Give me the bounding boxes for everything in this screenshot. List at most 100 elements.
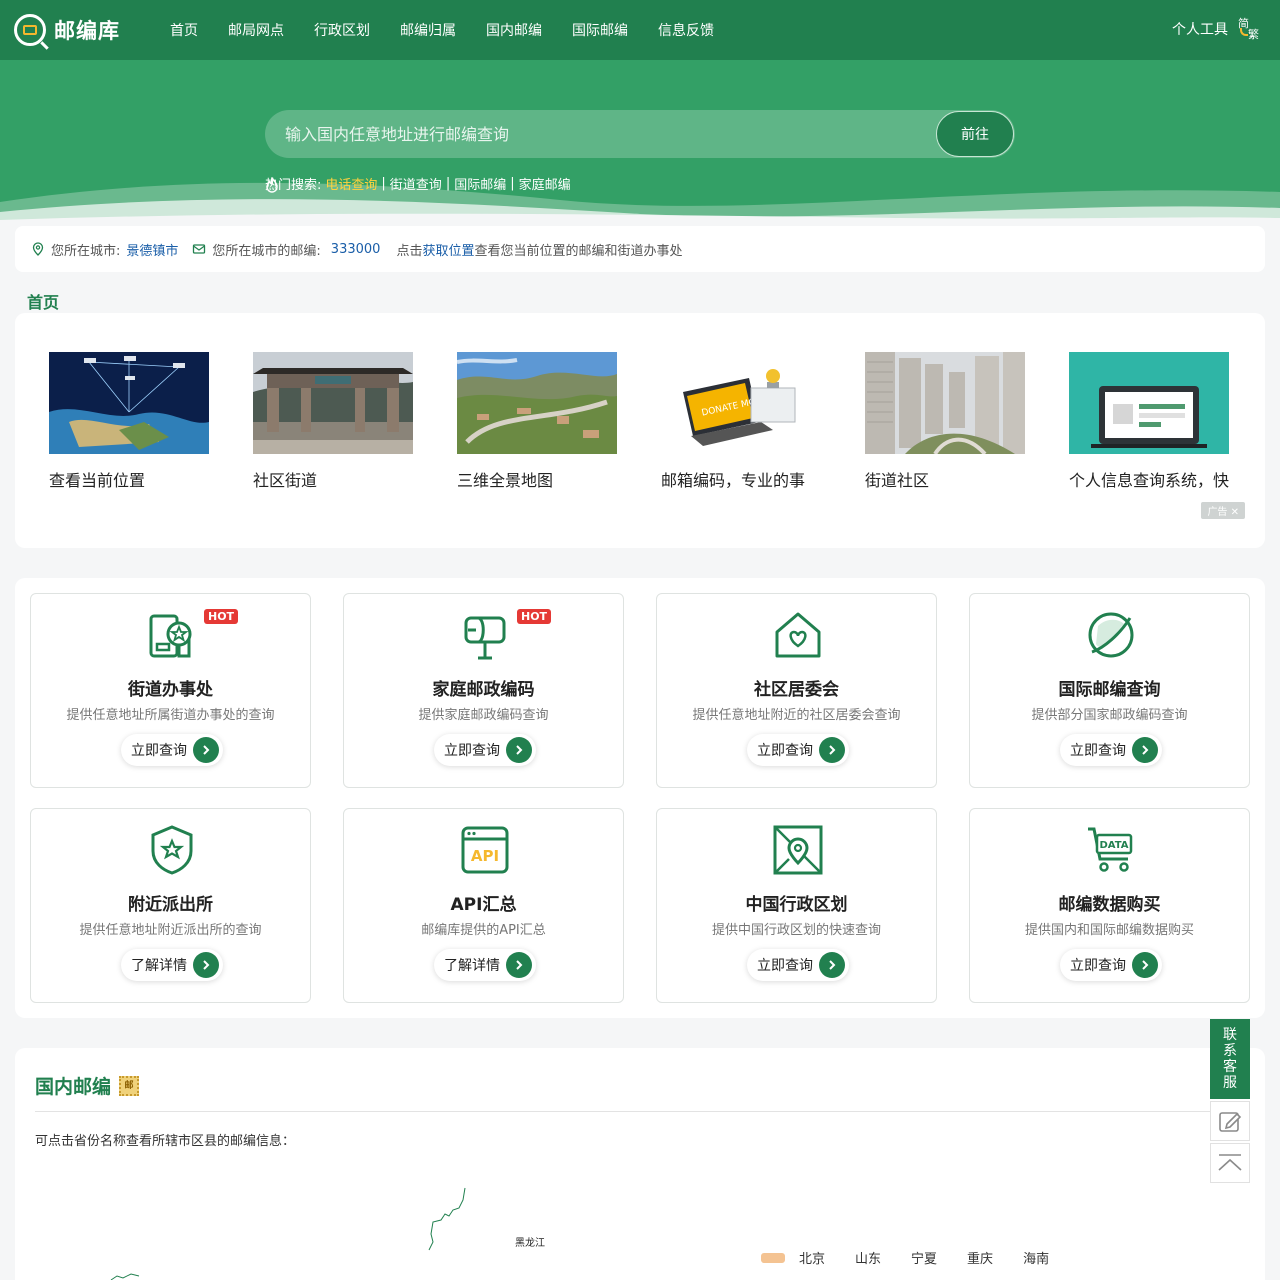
site-logo[interactable]: 邮编库 bbox=[14, 14, 120, 46]
service-card-nearby-police[interactable]: 附近派出所 提供任意地址附近派出所的查询 了解详情 bbox=[30, 808, 311, 1003]
personal-tools-link[interactable]: 个人工具 bbox=[1172, 19, 1228, 39]
fire-icon bbox=[266, 177, 278, 193]
service-title: 邮编数据购买 bbox=[1058, 895, 1161, 915]
feedback-button[interactable] bbox=[1210, 1101, 1250, 1141]
service-card-postcode-data-purchase[interactable]: DATA 邮编数据购买提供国内和国际邮编数据购买立即查询 bbox=[969, 808, 1250, 1003]
mail-icon bbox=[193, 244, 206, 254]
service-action-button[interactable]: 立即查询 bbox=[1060, 949, 1162, 981]
service-description: 提供部分国家邮政编码查询 bbox=[1031, 708, 1188, 723]
nav-item-international-postcode[interactable]: 国际邮编 bbox=[572, 20, 628, 40]
search-hero: 前往 热门搜索: 电话查询 | 街道查询 | 国际邮编 | 家庭邮编 bbox=[0, 60, 1280, 222]
svg-text:DATA: DATA bbox=[1099, 840, 1128, 851]
logo-text: 邮编库 bbox=[54, 19, 120, 43]
residential-buildings-image bbox=[865, 352, 1025, 454]
gallery-item-personal-info[interactable]: 个人信息查询系统，快 bbox=[1069, 352, 1229, 491]
service-title: 社区居委会 bbox=[754, 680, 839, 700]
arrow-right-icon bbox=[506, 952, 532, 978]
legend-item-hainan[interactable]: 海南 bbox=[1023, 1248, 1049, 1267]
service-title: 中国行政区划 bbox=[745, 895, 848, 915]
service-action-button[interactable]: 立即查询 bbox=[121, 734, 223, 766]
id-badge-icon bbox=[145, 608, 199, 662]
top-navbar: 邮编库 首页 邮局网点 行政区划 邮编归属 国内邮编 国际邮编 信息反馈 个人工… bbox=[0, 0, 1280, 60]
arrow-right-icon bbox=[506, 737, 532, 763]
nav-item-post-offices[interactable]: 邮局网点 bbox=[228, 20, 284, 40]
service-action-button[interactable]: 立即查询 bbox=[747, 949, 849, 981]
hero-wave bbox=[0, 182, 1280, 222]
nav-item-feedback[interactable]: 信息反馈 bbox=[658, 20, 714, 40]
domestic-postcode-section: 国内邮编 邮 可点击省份名称查看所辖市区县的邮编信息： 黑龙江 北京 山东 宁夏… bbox=[15, 1048, 1265, 1280]
service-description: 提供中国行政区划的快速查询 bbox=[711, 923, 881, 938]
service-action-button[interactable]: 立即查询 bbox=[747, 734, 849, 766]
service-card-street-office[interactable]: HOT 街道办事处提供任意地址所属街道办事处的查询立即查询 bbox=[30, 593, 311, 788]
contact-service-button[interactable]: 联系客服 bbox=[1210, 1019, 1250, 1099]
nav-item-domestic-postcode[interactable]: 国内邮编 bbox=[486, 20, 542, 40]
gallery-caption: 查看当前位置 bbox=[49, 471, 146, 490]
get-location-link[interactable]: 获取位置 bbox=[422, 240, 474, 259]
location-pin-icon bbox=[32, 242, 44, 256]
prompt-prefix: 点击 bbox=[396, 243, 423, 259]
map-heilongjiang-outline[interactable] bbox=[425, 1186, 485, 1256]
ad-label[interactable]: 广告 ✕ bbox=[1201, 502, 1245, 519]
service-title: 家庭邮政编码 bbox=[432, 680, 535, 700]
featured-gallery: 查看当前位置 社区街道 三维全景地图 DONATE MONEY 邮箱编码，专业的… bbox=[15, 313, 1265, 548]
main-nav: 首页 邮局网点 行政区划 邮编归属 国内邮编 国际邮编 信息反馈 bbox=[170, 0, 744, 60]
hot-link-phone[interactable]: 电话查询 bbox=[325, 174, 377, 193]
nav-item-home[interactable]: 首页 bbox=[170, 20, 198, 40]
gallery-item-community-street[interactable]: 社区街道 bbox=[253, 352, 413, 491]
service-description: 提供任意地址所属街道办事处的查询 bbox=[66, 708, 275, 723]
gallery-item-street-community[interactable]: 街道社区 bbox=[865, 352, 1025, 491]
gallery-item-3d-map[interactable]: 三维全景地图 bbox=[457, 352, 617, 491]
shield-star-icon bbox=[145, 823, 199, 877]
legend-item-ningxia[interactable]: 宁夏 bbox=[911, 1248, 937, 1267]
nav-item-divisions[interactable]: 行政区划 bbox=[314, 20, 370, 40]
service-description: 提供国内和国际邮编数据购买 bbox=[1024, 923, 1194, 938]
breadcrumb[interactable]: 首页 bbox=[27, 289, 59, 313]
service-card-community-committee[interactable]: 社区居委会提供任意地址附近的社区居委会查询立即查询 bbox=[656, 593, 937, 788]
legend-item-chongqing[interactable]: 重庆 bbox=[967, 1248, 993, 1267]
service-title: 国际邮编查询 bbox=[1058, 680, 1161, 700]
gallery-caption: 邮箱编码，专业的事 bbox=[661, 471, 806, 490]
nav-item-postcode-ownership[interactable]: 邮编归属 bbox=[400, 20, 456, 40]
login-screen-image bbox=[1069, 352, 1229, 454]
arrow-right-icon bbox=[819, 952, 845, 978]
legend-item-beijing[interactable]: 北京 bbox=[799, 1248, 825, 1267]
service-action-button[interactable]: 立即查询 bbox=[1060, 734, 1162, 766]
back-to-top-button[interactable] bbox=[1210, 1143, 1250, 1183]
legend-item-shandong[interactable]: 山东 bbox=[855, 1248, 881, 1267]
map-xinjiang-outline[interactable] bbox=[109, 1270, 149, 1280]
service-title: 附近派出所 bbox=[128, 895, 213, 915]
map-label-heilongjiang[interactable]: 黑龙江 bbox=[515, 1234, 545, 1249]
hot-link-street[interactable]: 街道查询 bbox=[390, 174, 442, 193]
hot-link-international[interactable]: 国际邮编 bbox=[454, 174, 506, 193]
language-switch-icon[interactable]: 简 繁 bbox=[1238, 16, 1262, 42]
hot-link-family[interactable]: 家庭邮编 bbox=[519, 174, 571, 193]
service-action-label: 立即查询 bbox=[444, 743, 500, 759]
service-card-china-divisions[interactable]: 中国行政区划提供中国行政区划的快速查询立即查询 bbox=[656, 808, 937, 1003]
map-legend: 北京 山东 宁夏 重庆 海南 bbox=[761, 1248, 1079, 1267]
edit-icon bbox=[1219, 1112, 1242, 1132]
service-title: 街道办事处 bbox=[128, 680, 213, 700]
legend-swatch bbox=[761, 1252, 785, 1263]
china-map[interactable] bbox=[95, 1188, 235, 1280]
service-action-label: 立即查询 bbox=[131, 743, 187, 759]
postcode-label: 您所在城市的邮编: bbox=[212, 243, 321, 259]
service-action-button[interactable]: 了解详情 bbox=[434, 949, 536, 981]
city-value[interactable]: 景德镇市 bbox=[126, 240, 178, 259]
service-action-button[interactable]: 立即查询 bbox=[434, 734, 536, 766]
gallery-item-postal-code[interactable]: DONATE MONEY 邮箱编码，专业的事 bbox=[661, 352, 821, 491]
service-action-button[interactable]: 了解详情 bbox=[121, 949, 223, 981]
search-submit-button[interactable]: 前往 bbox=[936, 111, 1014, 157]
service-description: 提供任意地址附近的社区居委会查询 bbox=[692, 708, 901, 723]
arrow-right-icon bbox=[819, 737, 845, 763]
service-card-international-postcode[interactable]: 国际邮编查询提供部分国家邮政编码查询立即查询 bbox=[969, 593, 1250, 788]
gallery-item-current-location[interactable]: 查看当前位置 bbox=[49, 352, 209, 491]
hot-badge: HOT bbox=[204, 609, 239, 624]
postcode-value: 333000 bbox=[330, 241, 381, 257]
service-action-label: 立即查询 bbox=[757, 743, 813, 759]
search-input[interactable] bbox=[285, 110, 925, 158]
service-card-api-summary[interactable]: API API汇总 邮编库提供的API汇总 了解详情 bbox=[343, 808, 624, 1003]
logo-magnifier-icon bbox=[14, 14, 46, 46]
service-card-family-postcode[interactable]: HOT 家庭邮政编码 提供家庭邮政编码查询 立即查询 bbox=[343, 593, 624, 788]
prompt-suffix: 查看您当前位置的邮编和街道办事处 bbox=[474, 243, 683, 259]
svg-text:API: API bbox=[471, 847, 499, 865]
